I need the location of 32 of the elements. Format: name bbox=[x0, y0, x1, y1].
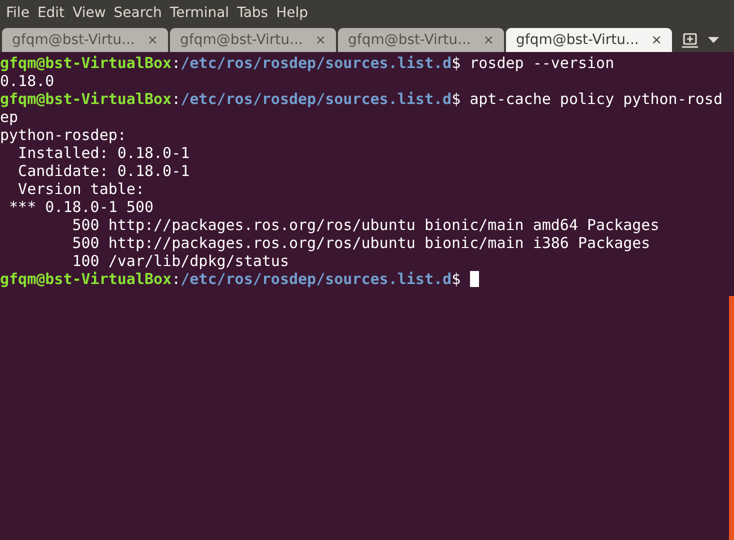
menu-item[interactable]: Tabs bbox=[233, 5, 272, 21]
output-line: *** 0.18.0-1 500 bbox=[8, 198, 155, 216]
output-line: 500 http://packages.ros.org/ros/ubuntu bionic/main amd64 Packages bbox=[71, 216, 660, 234]
output-line: Version table: bbox=[17, 180, 146, 198]
menu-item[interactable]: Edit bbox=[33, 5, 69, 21]
output-line: Installed: 0.18.0-1 bbox=[17, 144, 191, 162]
menu-item[interactable]: View bbox=[68, 5, 110, 21]
new-tab-icon[interactable] bbox=[682, 32, 698, 48]
prompt-line: gfqm@bst-VirtualBox:/etc/ros/rosdep/sources.list.d$ apt-cache policy python-rosd bbox=[0, 90, 724, 108]
output-line: 100 /var/lib/dpkg/status bbox=[71, 252, 290, 270]
close-icon[interactable]: × bbox=[651, 32, 662, 48]
output-line: 500 http://packages.ros.org/ros/ubuntu bionic/main i386 Packages bbox=[71, 234, 652, 252]
output-line: python-rosdep: bbox=[0, 126, 128, 144]
terminal-tab[interactable]: gfqm@bst-Virtu... × bbox=[170, 28, 336, 52]
terminal-tab[interactable]: gfqm@bst-Virtu... × bbox=[338, 28, 504, 52]
dropdown-caret-icon[interactable] bbox=[708, 37, 719, 43]
menu-item[interactable]: Help bbox=[272, 5, 312, 21]
close-icon[interactable]: × bbox=[315, 32, 326, 48]
prompt-line: gfqm@bst-VirtualBox:/etc/ros/rosdep/sources.list.d$ bbox=[0, 270, 734, 288]
prompt-line: gfqm@bst-VirtualBox:/etc/ros/rosdep/sources.list.d$ rosdep --version bbox=[0, 54, 616, 72]
terminal-tab[interactable]: gfqm@bst-Virtu... × bbox=[2, 28, 168, 52]
close-icon[interactable]: × bbox=[483, 32, 494, 48]
close-icon[interactable]: × bbox=[147, 32, 158, 48]
output-line: Candidate: 0.18.0-1 bbox=[17, 162, 191, 180]
terminal-area[interactable] bbox=[0, 52, 734, 540]
menu-item[interactable]: File bbox=[2, 5, 34, 21]
output-line: ep bbox=[0, 108, 20, 126]
scrollbar[interactable] bbox=[729, 296, 734, 540]
menu-item[interactable]: Search bbox=[110, 5, 166, 21]
terminal-tab[interactable]: gfqm@bst-Virtu... × bbox=[506, 28, 672, 52]
output-line: 0.18.0 bbox=[0, 72, 56, 90]
menu-item[interactable]: Terminal bbox=[166, 5, 234, 21]
